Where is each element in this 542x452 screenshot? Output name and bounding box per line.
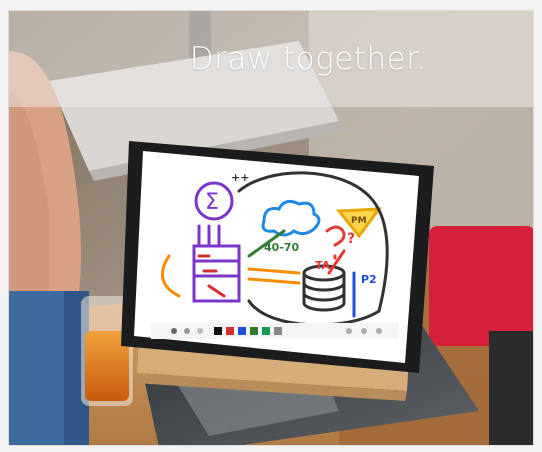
palette-swatch-bright-green[interactable]: [262, 327, 270, 335]
label-cylinder: TA: [315, 259, 331, 272]
pen-tool-icon[interactable]: [171, 328, 177, 334]
label-triangle: PM: [351, 216, 367, 226]
palette-swatch-gray[interactable]: [274, 327, 282, 335]
dark-chair: [489, 331, 533, 445]
label-question: ?: [347, 231, 355, 247]
hero-caption: Draw together.: [189, 41, 427, 77]
red-cushion: [429, 226, 533, 346]
hero-image: Σ 40-70 PM ? TA P2 ++ Draw together.: [8, 10, 534, 446]
label-stars: ++: [231, 171, 249, 184]
undo-icon[interactable]: [346, 328, 352, 334]
caption-banner: Draw together.: [9, 11, 533, 107]
sigma-symbol: Σ: [205, 190, 219, 215]
eraser-tool-icon[interactable]: [197, 328, 203, 334]
palette-swatch-blue[interactable]: [238, 327, 246, 335]
label-side: P2: [361, 273, 377, 286]
share-icon[interactable]: [376, 328, 382, 334]
redo-icon[interactable]: [361, 328, 367, 334]
palette-swatch-black[interactable]: [214, 327, 222, 335]
color-palette[interactable]: [151, 323, 399, 339]
brush-tool-icon[interactable]: [184, 328, 190, 334]
palette-swatch-green[interactable]: [250, 327, 258, 335]
label-range: 40-70: [264, 241, 300, 254]
palette-swatch-red[interactable]: [226, 327, 234, 335]
